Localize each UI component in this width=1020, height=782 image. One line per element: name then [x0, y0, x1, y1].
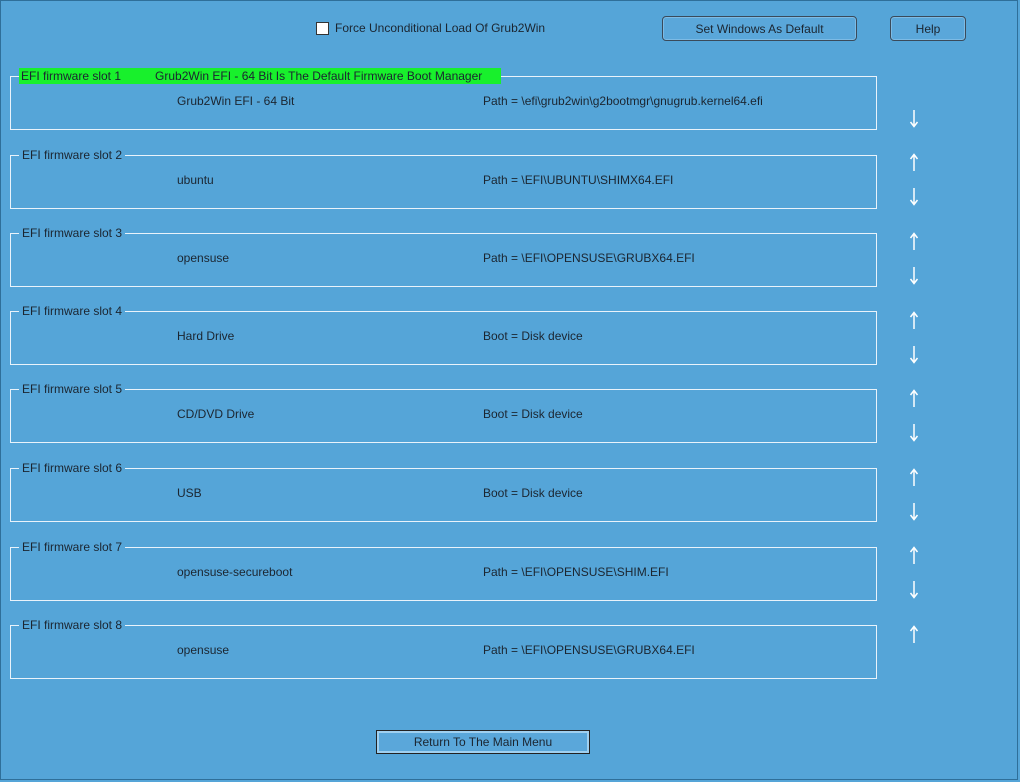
- efi-slot-8: EFI firmware slot 8 opensuse Path = \EFI…: [10, 617, 877, 679]
- efi-slot-1: EFI firmware slot 1 Grub2Win EFI - 64 Bi…: [10, 68, 877, 130]
- set-windows-default-button[interactable]: Set Windows As Default: [662, 16, 857, 41]
- move-slot-3-up-arrow-icon[interactable]: [906, 232, 922, 252]
- efi-slot-6: EFI firmware slot 6 USB Boot = Disk devi…: [10, 460, 877, 522]
- efi-slot-5-legend: EFI firmware slot 5: [19, 381, 126, 397]
- force-unconditional-load-checkbox[interactable]: Force Unconditional Load Of Grub2Win: [316, 20, 545, 36]
- move-slot-1-down-arrow-icon[interactable]: [906, 108, 922, 128]
- slot-name: ubuntu: [177, 173, 214, 187]
- slot-name: opensuse: [177, 643, 230, 657]
- checkbox-box[interactable]: [316, 21, 329, 35]
- slot-name: Grub2Win EFI - 64 Bit: [177, 94, 295, 108]
- slot-path: Path = \efi\grub2win\g2bootmgr\gnugrub.k…: [483, 94, 763, 108]
- help-button[interactable]: Help: [890, 16, 966, 41]
- efi-slot-7: EFI firmware slot 7 opensuse-secureboot …: [10, 539, 877, 601]
- slot-legend-label: EFI firmware slot 1: [21, 69, 122, 83]
- slot-path: Boot = Disk device: [483, 407, 583, 421]
- slot-name: Hard Drive: [177, 329, 235, 343]
- force-unconditional-load-label: Force Unconditional Load Of Grub2Win: [335, 21, 546, 35]
- slot-path: Boot = Disk device: [483, 329, 583, 343]
- efi-slot-2: EFI firmware slot 2 ubuntu Path = \EFI\U…: [10, 147, 877, 209]
- move-slot-4-up-arrow-icon[interactable]: [906, 311, 922, 331]
- efi-slot-3: EFI firmware slot 3 opensuse Path = \EFI…: [10, 225, 877, 287]
- move-slot-2-down-arrow-icon[interactable]: [906, 186, 922, 206]
- slot-name: USB: [177, 486, 202, 500]
- return-to-main-menu-button[interactable]: Return To The Main Menu: [376, 730, 590, 754]
- efi-slot-8-legend: EFI firmware slot 8: [19, 617, 126, 633]
- efi-slot-4-legend: EFI firmware slot 4: [19, 303, 126, 319]
- move-slot-4-down-arrow-icon[interactable]: [906, 344, 922, 364]
- slot-path: Path = \EFI\OPENSUSE\GRUBX64.EFI: [483, 251, 695, 265]
- move-slot-3-down-arrow-icon[interactable]: [906, 265, 922, 285]
- efi-slot-5: EFI firmware slot 5 CD/DVD Drive Boot = …: [10, 381, 877, 443]
- efi-slot-6-legend: EFI firmware slot 6: [19, 460, 126, 476]
- slot-name: opensuse-secureboot: [177, 565, 293, 579]
- move-slot-5-down-arrow-icon[interactable]: [906, 422, 922, 442]
- efi-slot-1-legend: EFI firmware slot 1 Grub2Win EFI - 64 Bi…: [19, 68, 501, 84]
- slot-name: CD/DVD Drive: [177, 407, 255, 421]
- efi-slot-4: EFI firmware slot 4 Hard Drive Boot = Di…: [10, 303, 877, 365]
- efi-slot-7-legend: EFI firmware slot 7: [19, 539, 126, 555]
- move-slot-6-down-arrow-icon[interactable]: [906, 501, 922, 521]
- slot-path: Path = \EFI\UBUNTU\SHIMX64.EFI: [483, 173, 674, 187]
- efi-slot-3-legend: EFI firmware slot 3: [19, 225, 126, 241]
- move-slot-5-up-arrow-icon[interactable]: [906, 389, 922, 409]
- move-slot-6-up-arrow-icon[interactable]: [906, 468, 922, 488]
- move-slot-7-up-arrow-icon[interactable]: [906, 546, 922, 566]
- slot-path: Boot = Disk device: [483, 486, 583, 500]
- move-slot-7-down-arrow-icon[interactable]: [906, 579, 922, 599]
- slot-name: opensuse: [177, 251, 230, 265]
- default-boot-manager-note: Grub2Win EFI - 64 Bit Is The Default Fir…: [155, 69, 483, 83]
- slot-path: Path = \EFI\OPENSUSE\SHIM.EFI: [483, 565, 669, 579]
- slot-path: Path = \EFI\OPENSUSE\GRUBX64.EFI: [483, 643, 695, 657]
- move-slot-8-up-arrow-icon[interactable]: [906, 625, 922, 645]
- efi-slot-2-legend: EFI firmware slot 2: [19, 147, 126, 163]
- move-slot-2-up-arrow-icon[interactable]: [906, 153, 922, 173]
